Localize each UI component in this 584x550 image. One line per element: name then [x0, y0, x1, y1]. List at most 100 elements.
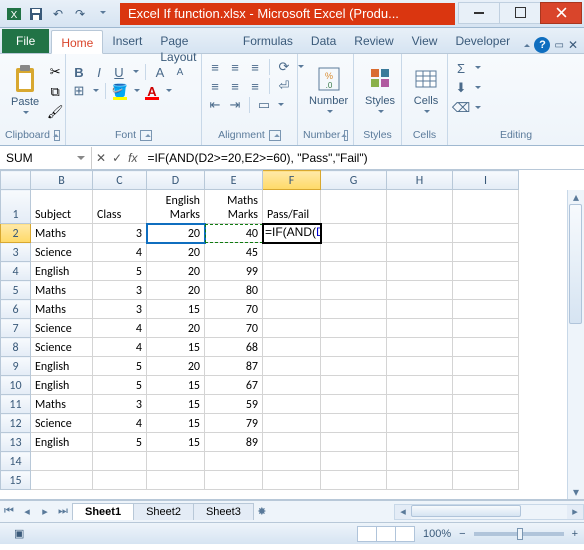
minimize-button[interactable]	[458, 2, 500, 24]
cell-I12[interactable]	[453, 414, 519, 433]
sheet-tab-sheet3[interactable]: Sheet3	[193, 503, 254, 520]
cell-E14[interactable]	[205, 452, 263, 471]
number-format-button[interactable]: %.0 Number	[303, 63, 354, 121]
cell-D2[interactable]: 20	[147, 224, 205, 243]
cell-E5[interactable]: 80	[205, 281, 263, 300]
col-header-C[interactable]: C	[93, 171, 147, 190]
cell-D4[interactable]: 20	[147, 262, 205, 281]
scroll-up-icon[interactable]: ▴	[568, 190, 584, 204]
tab-review[interactable]: Review	[345, 29, 402, 53]
cell-C7[interactable]: 4	[93, 319, 147, 338]
paste-button[interactable]: Paste	[5, 62, 45, 122]
vscroll-thumb[interactable]	[569, 204, 582, 324]
cell-G1[interactable]	[321, 190, 387, 224]
cell-C12[interactable]: 4	[93, 414, 147, 433]
sheet-nav-next-icon[interactable]: ▸	[36, 503, 54, 521]
row-header-12[interactable]: 12	[1, 414, 31, 433]
cell-F8[interactable]	[263, 338, 321, 357]
cell-E15[interactable]	[205, 471, 263, 490]
row-header-15[interactable]: 15	[1, 471, 31, 490]
cell-H1[interactable]	[387, 190, 453, 224]
cell-F14[interactable]	[263, 452, 321, 471]
hscroll-thumb[interactable]	[411, 505, 521, 517]
cell-H10[interactable]	[387, 376, 453, 395]
close-button[interactable]	[540, 2, 582, 24]
select-all-corner[interactable]	[1, 171, 31, 190]
cell-C11[interactable]: 3	[93, 395, 147, 414]
cells-button[interactable]: Cells	[407, 63, 445, 121]
formula-input[interactable]: =IF(AND(D2>=20,E2>=60), "Pass","Fail")	[141, 151, 584, 165]
cell-E1[interactable]: MathsMarks	[205, 190, 263, 224]
align-top-icon[interactable]: ≡	[207, 59, 223, 75]
cell-I8[interactable]	[453, 338, 519, 357]
decrease-indent-icon[interactable]: ⇤	[207, 97, 223, 113]
cell-E10[interactable]: 67	[205, 376, 263, 395]
col-header-H[interactable]: H	[387, 171, 453, 190]
tab-developer[interactable]: Developer	[446, 29, 519, 53]
cell-B6[interactable]: Maths	[31, 300, 93, 319]
cell-H13[interactable]	[387, 433, 453, 452]
cell-F2[interactable]: =IF(AND(D2>=20,E2>=60), "Pass","Fail")	[263, 224, 321, 243]
row-header-10[interactable]: 10	[1, 376, 31, 395]
cell-B10[interactable]: English	[31, 376, 93, 395]
cell-H15[interactable]	[387, 471, 453, 490]
cell-G2[interactable]	[321, 224, 387, 243]
cell-F5[interactable]	[263, 281, 321, 300]
cell-I7[interactable]	[453, 319, 519, 338]
cell-E9[interactable]: 87	[205, 357, 263, 376]
sheet-nav-prev-icon[interactable]: ◂	[18, 503, 36, 521]
cell-F9[interactable]	[263, 357, 321, 376]
cell-D11[interactable]: 15	[147, 395, 205, 414]
cell-F7[interactable]	[263, 319, 321, 338]
cell-I13[interactable]	[453, 433, 519, 452]
cell-H14[interactable]	[387, 452, 453, 471]
font-color-menu-icon[interactable]	[164, 84, 172, 98]
clipboard-dialog-icon[interactable]	[54, 130, 60, 141]
cancel-formula-icon[interactable]: ✕	[96, 151, 106, 165]
page-layout-view-button[interactable]	[376, 526, 396, 542]
row-header-1[interactable]: 1	[1, 190, 31, 224]
align-left-icon[interactable]: ≡	[207, 78, 223, 94]
fill-color-menu-icon[interactable]	[132, 84, 140, 98]
cell-H3[interactable]	[387, 243, 453, 262]
increase-indent-icon[interactable]: ⇥	[227, 97, 243, 113]
name-box[interactable]: SUM	[0, 147, 92, 169]
tab-insert[interactable]: Insert	[103, 29, 151, 53]
help-icon[interactable]: ?	[534, 37, 550, 53]
orientation-icon[interactable]: ⟳	[276, 59, 292, 75]
cell-F13[interactable]	[263, 433, 321, 452]
cut-icon[interactable]: ✂	[47, 64, 63, 80]
cell-B8[interactable]: Science	[31, 338, 93, 357]
tab-view[interactable]: View	[403, 29, 447, 53]
worksheet-grid[interactable]: BCDEFGHI1SubjectClassEnglishMarksMathsMa…	[0, 170, 584, 500]
normal-view-button[interactable]	[357, 526, 377, 542]
cell-H2[interactable]	[387, 224, 453, 243]
cell-G3[interactable]	[321, 243, 387, 262]
scroll-left-icon[interactable]: ◂	[395, 505, 411, 519]
cell-C9[interactable]: 5	[93, 357, 147, 376]
align-bottom-icon[interactable]: ≡	[247, 59, 263, 75]
tab-home[interactable]: Home	[51, 30, 103, 54]
cell-B7[interactable]: Science	[31, 319, 93, 338]
horizontal-scrollbar[interactable]: ◂ ▸	[394, 504, 584, 520]
decrease-font-icon[interactable]: A	[172, 64, 188, 80]
merge-icon[interactable]: ▭	[256, 97, 272, 113]
cell-C15[interactable]	[93, 471, 147, 490]
row-header-8[interactable]: 8	[1, 338, 31, 357]
align-right-icon[interactable]: ≡	[247, 78, 263, 94]
row-header-11[interactable]: 11	[1, 395, 31, 414]
cell-B4[interactable]: English	[31, 262, 93, 281]
cell-F3[interactable]	[263, 243, 321, 262]
maximize-button[interactable]	[499, 2, 541, 24]
cell-C2[interactable]: 3	[93, 224, 147, 243]
alignment-dialog-icon[interactable]	[269, 130, 281, 141]
cell-G12[interactable]	[321, 414, 387, 433]
cell-E13[interactable]: 89	[205, 433, 263, 452]
redo-icon[interactable]: ↷	[70, 4, 90, 24]
cell-D9[interactable]: 20	[147, 357, 205, 376]
cell-D10[interactable]: 15	[147, 376, 205, 395]
cell-B15[interactable]	[31, 471, 93, 490]
cell-I11[interactable]	[453, 395, 519, 414]
cell-F12[interactable]	[263, 414, 321, 433]
cell-E2[interactable]: 40	[205, 224, 263, 243]
